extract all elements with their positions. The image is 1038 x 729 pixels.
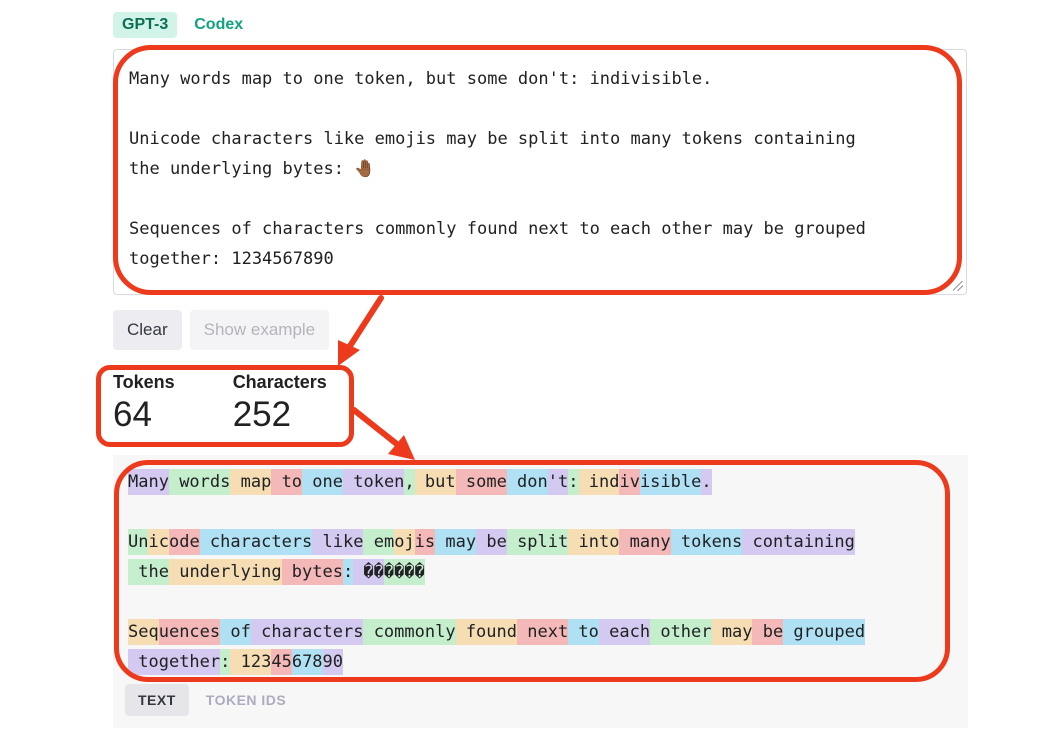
token: don [506,469,548,495]
token: one [302,469,343,495]
token: 678 [291,649,323,675]
token: grouped [783,619,866,645]
token: Many [128,469,169,495]
token: bytes [281,559,343,585]
tab-text[interactable]: TEXT [125,684,189,716]
tab-gpt3[interactable]: GPT-3 [113,12,178,38]
token: each [598,619,651,645]
token: split [506,529,569,555]
token: ���� [383,559,425,585]
token: together [128,649,221,675]
token: other [650,619,712,645]
token: . [701,469,712,495]
token: some [455,469,507,495]
characters-stat: Characters 252 [233,372,327,435]
token: Un [128,529,149,555]
token: iv [619,469,640,495]
button-row: Clear Show example [113,310,330,350]
tokens-label: Tokens [113,372,175,392]
tokens-stat: Tokens 64 [113,372,175,435]
show-example-button[interactable]: Show example [189,310,330,350]
token: token [343,469,405,495]
tokenized-text: Many words map to one token, but some do… [128,467,958,677]
resize-handle-icon[interactable] [953,281,963,291]
prompt-input-text[interactable]: Many words map to one token, but some do… [129,64,952,274]
token: found [455,619,517,645]
token: to [568,619,599,645]
token: may [711,619,753,645]
token: ode [168,529,200,555]
token: em [363,529,395,555]
token: may [435,529,477,555]
token: words [168,469,231,495]
token: : [342,559,354,585]
model-tabs: GPT-3 Codex [113,12,252,38]
token: containing [742,529,855,555]
token: isible [639,469,702,495]
characters-count: 252 [232,395,292,434]
token: like [312,529,364,555]
token-stats: Tokens 64 Characters 252 [113,372,327,435]
token: ind [578,469,620,495]
tokenized-output-panel: Many words map to one token, but some do… [113,455,968,728]
token: be [752,619,784,645]
characters-label: Characters [232,372,327,392]
token: characters [250,619,364,645]
token: tokens [670,529,743,555]
tab-token-ids[interactable]: TOKEN IDS [193,684,299,716]
token: be [476,529,507,555]
clear-button[interactable]: Clear [113,310,182,350]
token: 45 [271,649,292,675]
token: to [271,469,303,495]
token: 't [547,469,569,495]
token: characters [199,529,313,555]
token: the [128,559,169,585]
token: of [220,619,251,645]
token: 90 [322,649,344,675]
view-tabs: TEXT TOKEN IDS [125,684,299,716]
token: into [568,529,620,555]
token: but [414,469,456,495]
token: 123 [230,649,272,675]
token: ic [148,529,169,555]
token: uences [158,619,221,645]
token: commonly [363,619,456,645]
tokens-count: 64 [113,395,152,434]
token: map [230,469,272,495]
token: , [404,469,415,495]
token: oj [394,529,415,555]
token: Seq [128,619,159,645]
token: : [568,469,579,495]
token: is [414,529,436,555]
token: many [619,529,671,555]
arrow-input-to-stats [338,295,384,366]
prompt-input[interactable]: Many words map to one token, but some do… [113,49,967,295]
token: next [517,619,569,645]
token: underlying [168,559,282,585]
token: : [220,649,231,675]
token: �� [353,559,384,585]
tab-codex[interactable]: Codex [185,12,252,38]
arrow-stats-to-output [351,407,415,460]
